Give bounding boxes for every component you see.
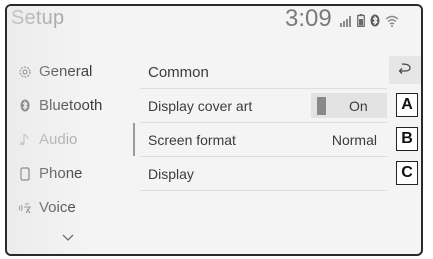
status-icons [340,14,399,32]
row-display-cover-art[interactable]: Display cover art On [140,89,387,123]
page-title: Setup [11,7,65,29]
cover-art-toggle[interactable]: On [311,93,387,118]
row-display[interactable]: Display [140,157,387,191]
sidebar-item-general[interactable]: General [7,55,134,88]
clock: 3:09 [285,5,332,32]
chevron-down-icon[interactable] [61,230,75,241]
callout-a: A [396,93,418,117]
sidebar-item-bluetooth[interactable]: Bluetooth [7,89,134,122]
section-title: Common [148,64,209,81]
signal-bars-icon [340,14,352,32]
sidebar-item-phone[interactable]: Phone [7,157,134,190]
wifi-icon [385,14,399,32]
sidebar: General Bluetooth Audio Phone Voice [7,39,135,254]
back-button[interactable] [389,56,421,84]
row-label: Display [148,166,194,182]
row-label: Screen format [148,132,236,148]
active-indicator [133,123,135,156]
setup-screen: Setup 3:09 General Bluetooth Audio Phone… [5,4,423,256]
section-header: Common [140,55,387,89]
sidebar-item-voice[interactable]: Voice [7,191,134,224]
callout-b: B [396,127,418,151]
bluetooth-icon [370,14,380,32]
sidebar-item-label: Phone [39,165,83,182]
battery-icon [357,14,365,32]
toggle-value: On [349,98,368,114]
top-bar: Setup 3:09 [7,6,421,39]
sidebar-item-label: General [39,63,93,80]
music-note-icon [17,132,33,148]
bluetooth-icon [17,98,33,114]
row-screen-format[interactable]: Screen format Normal [140,123,387,157]
sidebar-item-label: Bluetooth [39,97,103,114]
voice-icon [17,200,33,216]
row-value: Normal [331,132,377,148]
sidebar-item-label: Voice [39,199,76,216]
sidebar-item-label: Audio [39,131,78,148]
back-arrow-icon [397,61,413,79]
callout-c: C [396,161,418,185]
gear-icon [17,64,33,80]
phone-icon [17,166,33,182]
toggle-indicator [317,97,326,115]
row-label: Display cover art [148,98,253,114]
sidebar-item-audio[interactable]: Audio [7,123,134,156]
figure-frame: Setup 3:09 General Bluetooth Audio Phone… [0,0,433,259]
